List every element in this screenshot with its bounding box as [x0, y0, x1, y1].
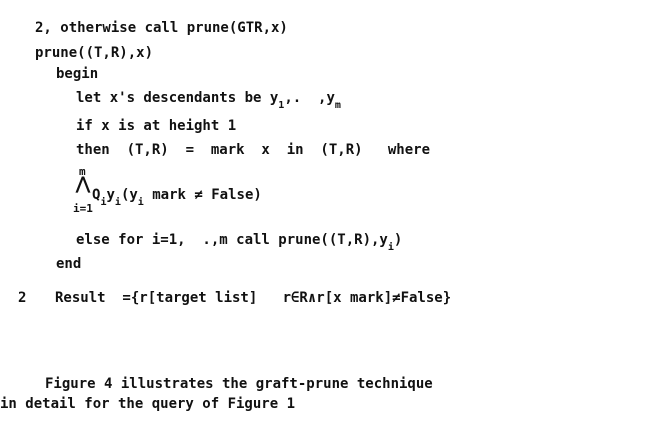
- else-for-subscript: i: [387, 242, 394, 253]
- conjunction-paren-subscript: i: [137, 197, 144, 208]
- else-for-tail: ): [393, 232, 403, 248]
- result-number: 2: [18, 290, 27, 306]
- step2-otherwise-line: 2, otherwise call prune(GTR,x): [35, 20, 288, 36]
- conjunction-q-subscript: i: [100, 197, 107, 208]
- conjunction-y: y: [106, 187, 115, 203]
- conjunction-body: Qiyi(yi mark ≠ False): [92, 187, 262, 208]
- conjunction-y-subscript: i: [114, 197, 121, 208]
- prune-header-line: prune((T,R),x): [35, 45, 154, 61]
- descendants-text: let x's descendants be y: [76, 90, 279, 106]
- descendants-line: let x's descendants be y1,. ,ym: [76, 90, 341, 111]
- descendants-last-subscript: m: [334, 100, 341, 111]
- paragraph-line-2: in detail for the query of Figure 1: [0, 396, 296, 412]
- descendants-mid: ,. ,y: [284, 90, 335, 106]
- else-for-line: else for i=1, .,m call prune((T,R),yi): [76, 232, 403, 253]
- conjunction-paren: (y: [120, 187, 138, 203]
- if-height-line: if x is at height 1: [76, 118, 237, 134]
- result-line: Result ={r[target list] r∈R∧r[x mark]≠Fa…: [55, 290, 452, 306]
- document-page: 2, otherwise call prune(GTR,x) prune((T,…: [0, 0, 657, 445]
- then-mark-line: then (T,R) = mark x in (T,R) where: [76, 142, 431, 158]
- conjunction-lower-bound: i=1: [73, 202, 93, 215]
- end-keyword: end: [56, 256, 82, 272]
- begin-keyword: begin: [56, 66, 99, 82]
- else-for-text: else for i=1, .,m call prune((T,R),y: [76, 232, 388, 248]
- descendants-first-subscript: 1: [278, 100, 285, 111]
- conjunction-operator: ⋀: [76, 174, 90, 194]
- conjunction-tail: mark ≠ False): [143, 187, 262, 203]
- paragraph-line-1: Figure 4 illustrates the graft-prune tec…: [45, 376, 433, 392]
